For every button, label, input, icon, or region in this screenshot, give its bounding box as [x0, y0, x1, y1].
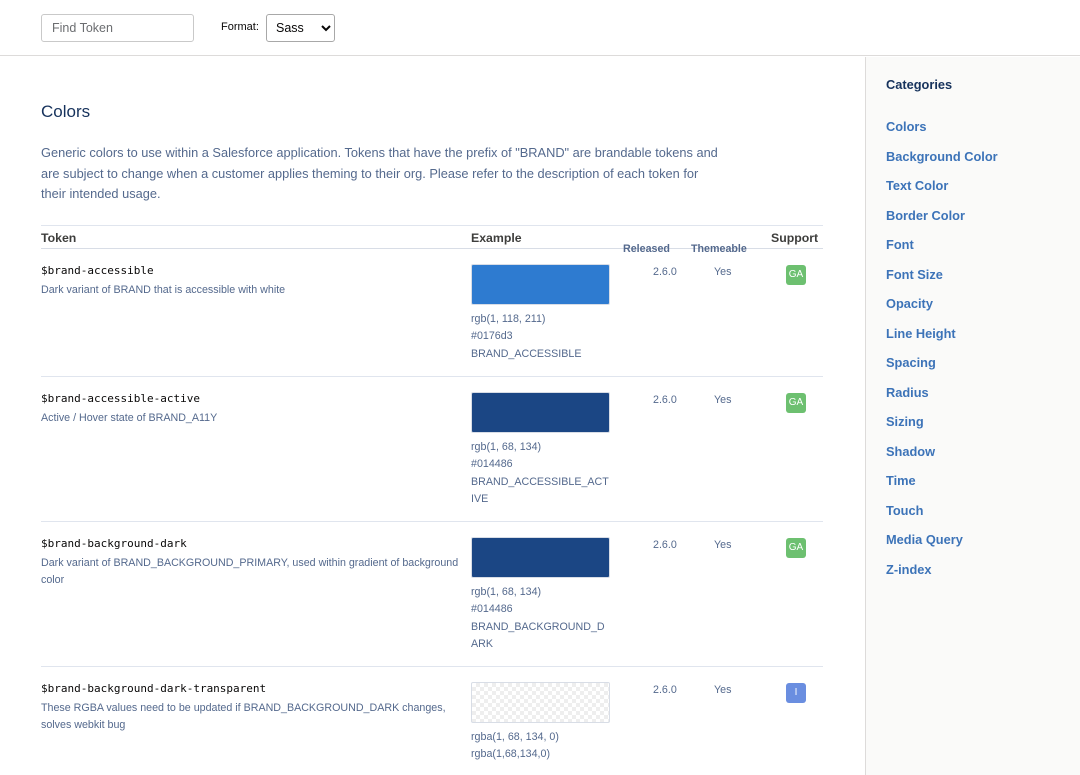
category-link-border-color[interactable]: Border Color — [886, 208, 998, 238]
category-link-background-color[interactable]: Background Color — [886, 149, 998, 179]
category-link-z-index[interactable]: Z-index — [886, 562, 998, 592]
header-token: Token — [41, 231, 77, 245]
category-link-sizing[interactable]: Sizing — [886, 414, 998, 444]
rgba-value: rgba(1, 68, 134, 0) — [471, 731, 559, 743]
hex-value: #0176d3 — [471, 330, 513, 343]
token-name: $brand-background-dark — [41, 537, 187, 550]
token-name: $brand-background-dark-transparent — [41, 682, 267, 695]
color-swatch — [471, 537, 610, 578]
find-token-input[interactable] — [41, 14, 194, 42]
categories-sidebar: Categories Colors Background Color Text … — [865, 57, 1080, 775]
toolbar: Format: Sass — [0, 0, 1080, 56]
color-values: rgba(1, 68, 134, 0) rgba(1,68,134,0) — [471, 729, 611, 764]
token-constant: BRAND_BACKGROUND_DARK — [471, 620, 605, 651]
table-row: $brand-background-dark Dark variant of B… — [41, 522, 823, 667]
themeable-value: Yes — [714, 539, 732, 551]
category-link-media-query[interactable]: Media Query — [886, 532, 998, 562]
color-swatch — [471, 392, 610, 433]
category-link-colors[interactable]: Colors — [886, 119, 998, 149]
category-link-text-color[interactable]: Text Color — [886, 178, 998, 208]
token-name: $brand-accessible — [41, 264, 154, 277]
token-constant: BRAND_ACCESSIBLE — [471, 347, 582, 360]
support-badge: GA — [786, 265, 806, 285]
category-link-font-size[interactable]: Font Size — [886, 267, 998, 297]
color-values: rgb(1, 68, 134) #014486 BRAND_BACKGROUND… — [471, 584, 611, 654]
categories-title: Categories — [886, 77, 953, 92]
category-link-line-height[interactable]: Line Height — [886, 326, 998, 356]
hex-value: #014486 — [471, 458, 513, 471]
themeable-value: Yes — [714, 684, 732, 696]
rgb-value: rgb(1, 68, 134) — [471, 441, 542, 453]
table-header: Token Example Released Themeable Support — [41, 225, 823, 255]
color-values: rgb(1, 68, 134) #014486 BRAND_ACCESSIBLE… — [471, 439, 611, 509]
rgba-compact-value: rgba(1,68,134,0) — [471, 748, 551, 761]
header-support: Support — [771, 231, 819, 245]
rgb-value: rgb(1, 118, 211) — [471, 313, 546, 325]
category-link-shadow[interactable]: Shadow — [886, 444, 998, 474]
category-link-time[interactable]: Time — [886, 473, 998, 503]
table-row: $brand-accessible Dark variant of BRAND … — [41, 249, 823, 377]
section-description: Generic colors to use within a Salesforc… — [41, 145, 718, 202]
support-badge: GA — [786, 393, 806, 413]
format-label: Format: — [221, 21, 259, 33]
token-description: Active / Hover state of BRAND_A11Y — [41, 412, 218, 424]
released-version: 2.6.0 — [653, 394, 677, 406]
header-example: Example — [471, 231, 522, 245]
token-description: Dark variant of BRAND that is accessible… — [41, 284, 286, 296]
released-version: 2.6.0 — [653, 684, 677, 696]
table-row: $brand-background-dark-transparent These… — [41, 667, 823, 775]
themeable-value: Yes — [714, 394, 732, 406]
categories-list: Colors Background Color Text Color Borde… — [886, 119, 998, 591]
main-content: Colors Generic colors to use within a Sa… — [0, 57, 865, 775]
hex-value: #014486 — [471, 603, 513, 616]
color-swatch — [471, 264, 610, 305]
token-description: These RGBA values need to be updated if … — [41, 702, 446, 732]
rgb-value: rgb(1, 68, 134) — [471, 586, 542, 598]
released-version: 2.6.0 — [653, 266, 677, 278]
token-description: Dark variant of BRAND_BACKGROUND_PRIMARY… — [41, 557, 459, 587]
themeable-value: Yes — [714, 266, 732, 278]
token-constant: BRAND_ACCESSIBLE_ACTIVE — [471, 475, 609, 506]
color-values: rgb(1, 118, 211) #0176d3 BRAND_ACCESSIBL… — [471, 311, 611, 363]
category-link-spacing[interactable]: Spacing — [886, 355, 998, 385]
token-name: $brand-accessible-active — [41, 392, 200, 405]
category-link-radius[interactable]: Radius — [886, 385, 998, 415]
released-version: 2.6.0 — [653, 539, 677, 551]
category-link-opacity[interactable]: Opacity — [886, 296, 998, 326]
support-badge: I — [786, 683, 806, 703]
section-title: Colors — [41, 102, 91, 121]
color-swatch-transparent — [471, 682, 610, 723]
category-link-touch[interactable]: Touch — [886, 503, 998, 533]
format-select[interactable]: Sass — [266, 14, 335, 42]
tokens-table: Token Example Released Themeable Support… — [41, 225, 823, 775]
support-badge: GA — [786, 538, 806, 558]
table-row: $brand-accessible-active Active / Hover … — [41, 377, 823, 522]
category-link-font[interactable]: Font — [886, 237, 998, 267]
